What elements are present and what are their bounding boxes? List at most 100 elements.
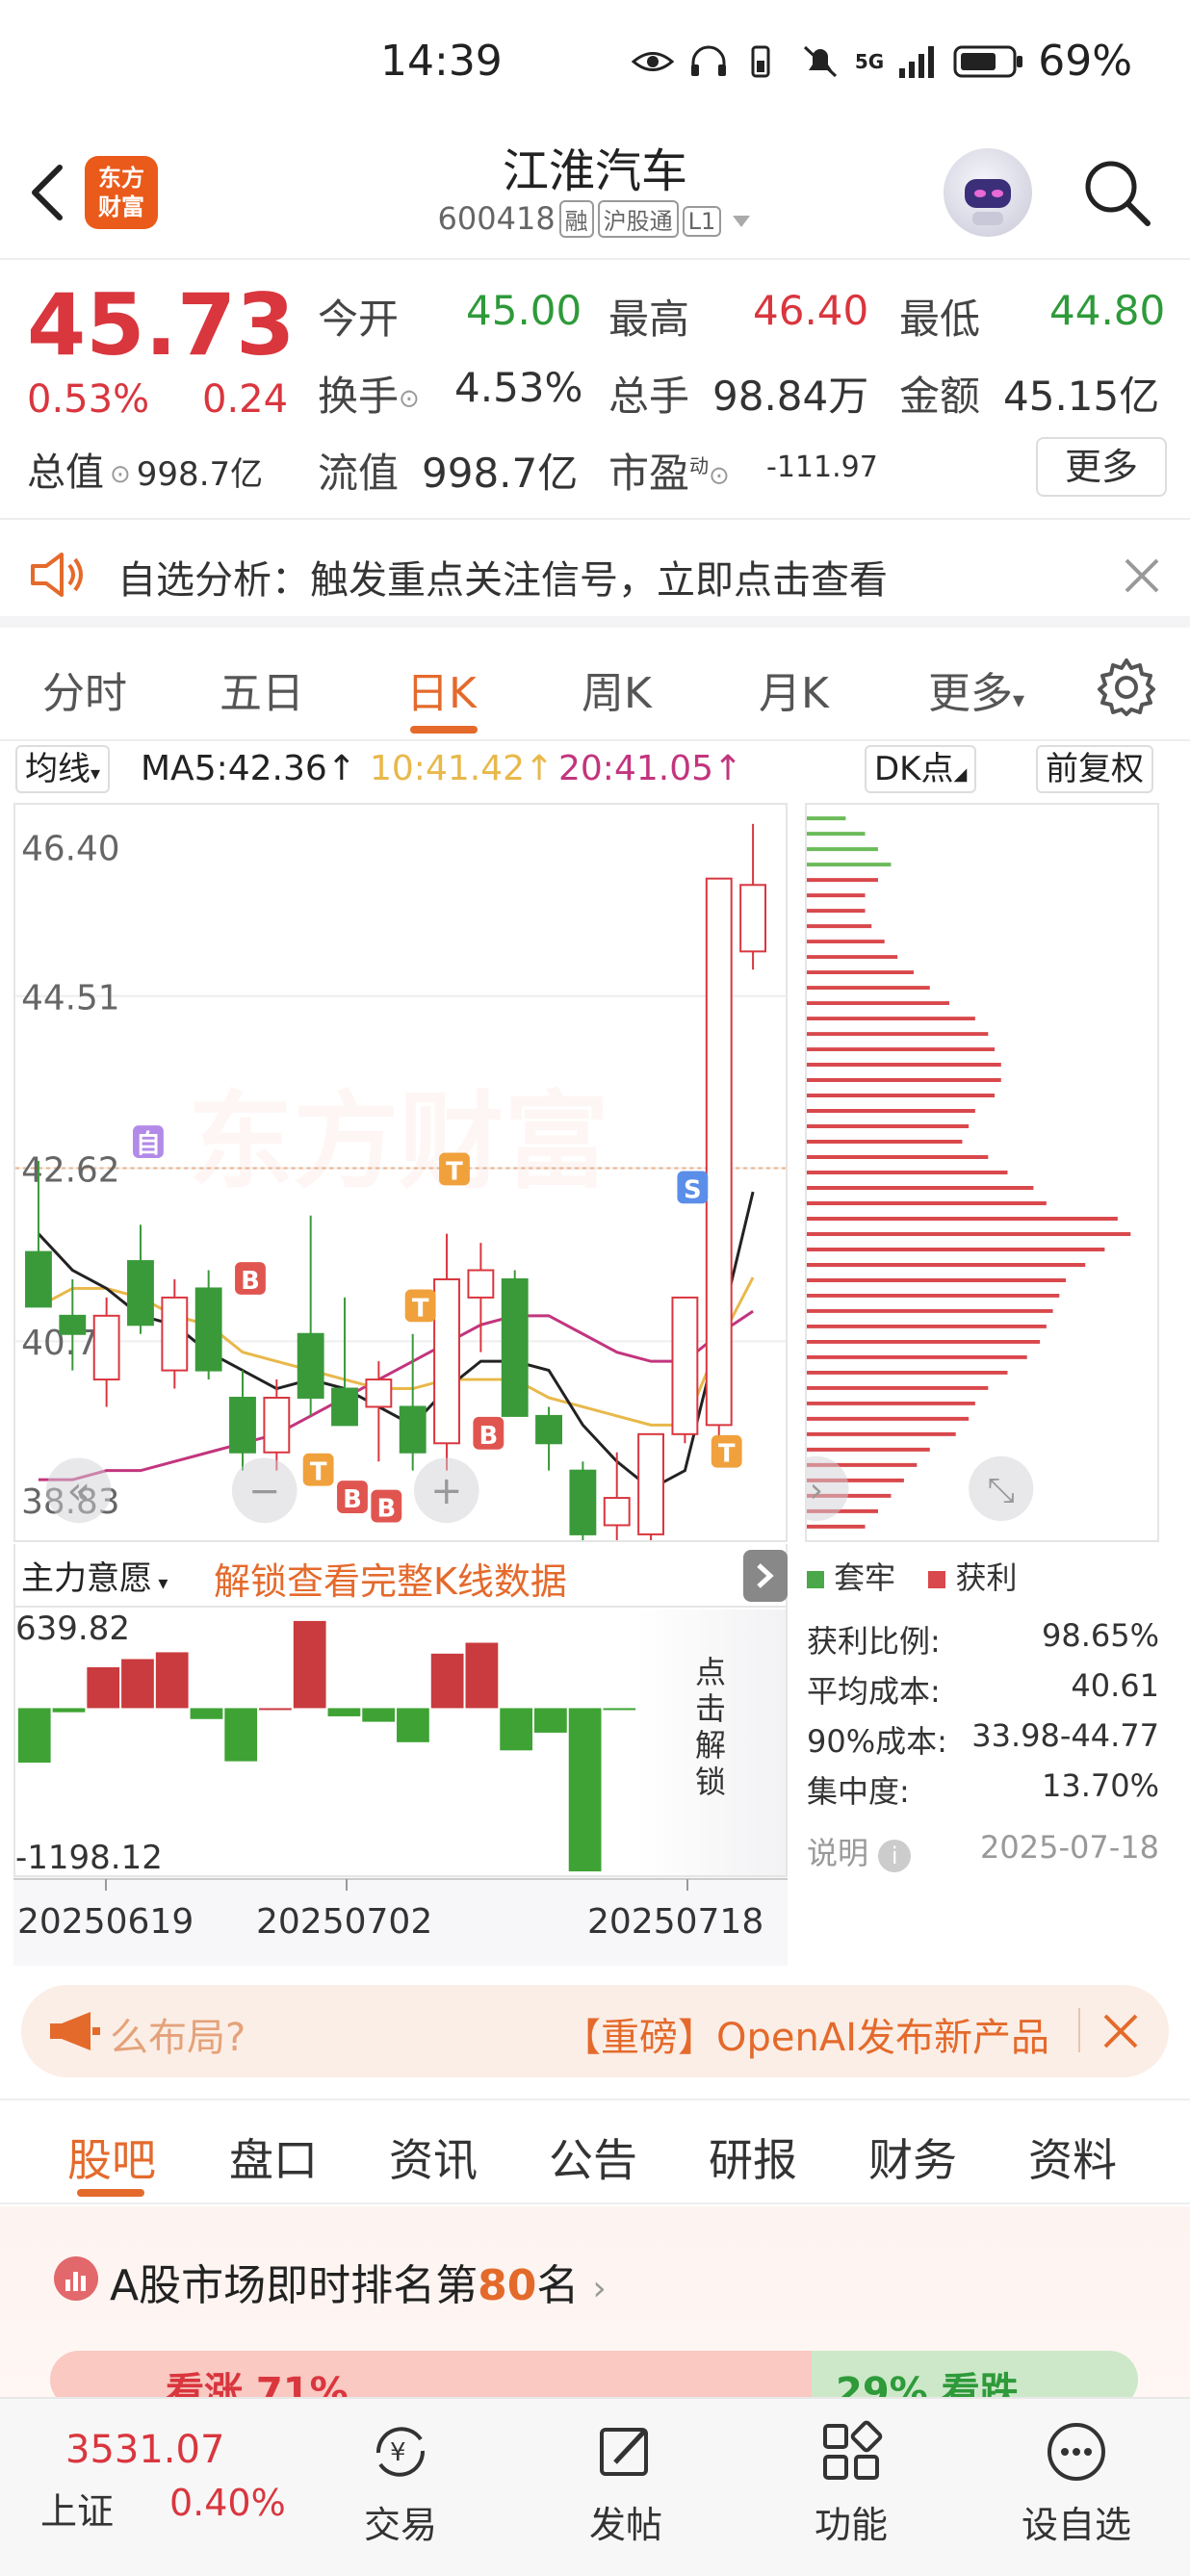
candle[interactable] bbox=[127, 1260, 154, 1327]
rank-card[interactable]: A股市场即时排名第80名 › 看涨 71% 29% 看跌 bbox=[0, 2206, 1190, 2409]
amount-value: 45.15亿 bbox=[1003, 373, 1160, 420]
candle[interactable] bbox=[501, 1277, 529, 1417]
trap-swatch bbox=[807, 1571, 824, 1588]
candle[interactable] bbox=[229, 1396, 256, 1454]
concentration-label: 集中度: bbox=[807, 1773, 910, 1810]
tab-daily-k[interactable]: 日K bbox=[406, 658, 477, 720]
candle[interactable] bbox=[535, 1414, 562, 1445]
more-button[interactable]: 更多 bbox=[1036, 437, 1167, 497]
candle[interactable] bbox=[637, 1432, 664, 1535]
candle[interactable] bbox=[603, 1497, 631, 1527]
k-line-chart[interactable]: 东方财富46.4044.5142.6240.7238.83自BTBBTTBST«… bbox=[13, 803, 788, 1542]
candle[interactable] bbox=[399, 1405, 427, 1454]
nav-trade[interactable]: ¥ 交易 bbox=[323, 2418, 478, 2548]
content-tabs: 股吧 盘口 资讯 公告 研报 财务 资料 bbox=[0, 2099, 1190, 2204]
info-icon[interactable]: ⊙ bbox=[110, 460, 131, 489]
candle[interactable] bbox=[331, 1387, 358, 1427]
caret-down-icon: ▾ bbox=[91, 761, 101, 785]
info-icon[interactable]: ⊙ bbox=[399, 385, 420, 414]
candle[interactable] bbox=[433, 1277, 460, 1445]
candle[interactable] bbox=[263, 1396, 291, 1454]
news-text: 【重磅】OpenAI发布新产品 bbox=[562, 2016, 1049, 2060]
info-icon[interactable]: ⊙ bbox=[709, 462, 730, 491]
status-bar: 14:39 5G 69% bbox=[0, 0, 1190, 125]
candle[interactable] bbox=[297, 1332, 324, 1399]
gear-icon[interactable] bbox=[1096, 657, 1157, 718]
tab-weekly-k[interactable]: 周K bbox=[582, 658, 652, 720]
rank-number: 80 bbox=[478, 2261, 537, 2310]
indicator-bar bbox=[397, 1708, 429, 1742]
explain-link[interactable]: 说明 i bbox=[807, 1829, 912, 1873]
tab-finance[interactable]: 财务 bbox=[868, 2125, 957, 2189]
analysis-banner[interactable]: 自选分析：触发重点关注信号，立即点击查看 bbox=[0, 522, 1190, 628]
candle[interactable] bbox=[59, 1314, 87, 1335]
adjust-button[interactable]: 前复权 bbox=[1036, 745, 1153, 793]
close-icon[interactable] bbox=[1123, 556, 1161, 595]
tab-more[interactable]: 更多▾ bbox=[928, 658, 1024, 720]
side-unlock[interactable]: 点击解锁 bbox=[635, 1610, 786, 1875]
tab-announcement[interactable]: 公告 bbox=[549, 2125, 637, 2189]
candle[interactable] bbox=[161, 1296, 189, 1372]
tab-profile[interactable]: 资料 bbox=[1028, 2125, 1117, 2189]
indicator-name: 主力意愿 bbox=[21, 1559, 152, 1598]
close-icon[interactable] bbox=[1101, 2012, 1140, 2050]
indicator-select[interactable]: 均线▾ bbox=[15, 745, 111, 793]
ma5-value: MA5:42.36 bbox=[141, 749, 327, 788]
indicator-bar bbox=[568, 1708, 602, 1872]
indicator-select[interactable]: 主力意愿 ▾ bbox=[21, 1552, 168, 1599]
unlock-link[interactable]: 解锁查看完整K线数据 bbox=[214, 1552, 567, 1605]
nav-functions[interactable]: 功能 bbox=[774, 2418, 928, 2548]
candle[interactable] bbox=[739, 884, 767, 953]
indicator-bar bbox=[465, 1642, 499, 1709]
chip-distribution-chart: › ⤡ bbox=[805, 803, 1159, 1542]
avg-cost-value: 40.61 bbox=[1071, 1667, 1159, 1704]
candle[interactable] bbox=[365, 1378, 393, 1408]
candle[interactable] bbox=[25, 1250, 52, 1308]
battery-level: 69% bbox=[1038, 37, 1132, 86]
volume-label: 总手 bbox=[608, 373, 690, 420]
candle[interactable] bbox=[467, 1269, 495, 1299]
tab-news[interactable]: 资讯 bbox=[389, 2125, 478, 2189]
tab-monthly-k[interactable]: 月K bbox=[759, 658, 829, 720]
indicator-select-label: 均线 bbox=[25, 750, 91, 788]
info-icon: i bbox=[878, 1840, 912, 1872]
dk-point-button[interactable]: DK点◢ bbox=[865, 745, 977, 793]
speaker-icon bbox=[31, 553, 83, 597]
change-amount: 0.24 bbox=[202, 377, 289, 422]
expand-button[interactable] bbox=[743, 1550, 788, 1602]
date-ticks bbox=[13, 1878, 788, 1891]
rank-chart-icon bbox=[54, 2256, 98, 2301]
candle[interactable] bbox=[194, 1287, 222, 1372]
candle[interactable] bbox=[705, 877, 733, 1427]
edit-icon bbox=[600, 2428, 648, 2476]
headphones-icon bbox=[690, 45, 726, 76]
search-icon[interactable] bbox=[1078, 154, 1155, 231]
nav-functions-label: 功能 bbox=[814, 2504, 888, 2546]
news-ticker[interactable]: 么布局? 【重磅】OpenAI发布新产品 bbox=[21, 1985, 1169, 2077]
assistant-robot-icon[interactable] bbox=[944, 148, 1032, 237]
indicator-bar bbox=[17, 1708, 51, 1764]
nav-post[interactable]: 发帖 bbox=[549, 2418, 703, 2548]
signal-marker-label: T bbox=[446, 1157, 463, 1186]
chip-stat-row: 集中度: 13.70% bbox=[807, 1767, 1159, 1812]
tab-five-day[interactable]: 五日 bbox=[220, 658, 304, 720]
candle[interactable] bbox=[92, 1314, 120, 1381]
y-axis-label: 42.62 bbox=[21, 1150, 119, 1190]
candle[interactable] bbox=[671, 1296, 699, 1435]
candle[interactable] bbox=[569, 1469, 597, 1535]
turnover-value: 4.53% bbox=[454, 364, 583, 411]
total-mv-label: 总值 bbox=[27, 451, 104, 495]
tab-handicap[interactable]: 盘口 bbox=[229, 2125, 318, 2189]
index-value[interactable]: 3531.07 bbox=[65, 2428, 224, 2472]
tab-intraday[interactable]: 分时 bbox=[42, 658, 127, 720]
tab-guba[interactable]: 股吧 bbox=[67, 2125, 156, 2189]
turnover-label-text: 换手 bbox=[318, 373, 400, 420]
tab-research[interactable]: 研报 bbox=[709, 2125, 797, 2189]
change-percent: 0.53% bbox=[27, 377, 150, 422]
stock-header: 东方 财富 江淮汽车 600418 融沪股通 L1 bbox=[0, 125, 1190, 260]
last-price: 45.73 bbox=[27, 275, 296, 374]
nav-add-watchlist[interactable]: 设自选 bbox=[999, 2418, 1153, 2548]
eye-icon bbox=[631, 51, 674, 71]
low-label: 最低 bbox=[899, 296, 981, 343]
signal-marker-label: B bbox=[343, 1485, 362, 1514]
